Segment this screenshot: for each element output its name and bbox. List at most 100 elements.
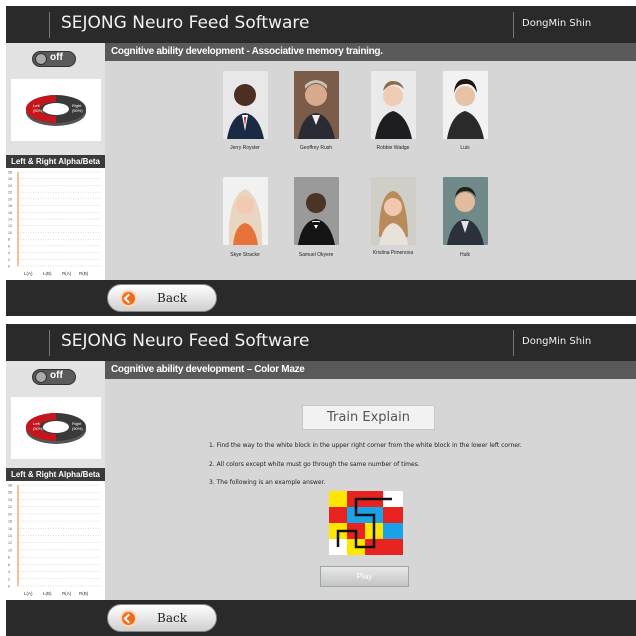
person-photo-geoffrey-rush[interactable]: [294, 71, 339, 139]
x-tick-label: R(A): [62, 271, 72, 276]
example-maze: [329, 491, 403, 555]
person-name: Hulk: [459, 252, 470, 258]
title-bar: SEJONG Neuro Feed Software DongMin Shin: [6, 6, 636, 43]
toggle-label: off: [50, 52, 63, 63]
x-tick-label: L(B): [43, 271, 52, 276]
alpha-beta-chart: 28 26 24 22 20 18 16 14 12 10 8 6 4 2 0 L(A) L(B) R(A) R(B…: [6, 481, 105, 600]
y-tick-label: 4: [8, 570, 10, 574]
content-header-title: Cognitive ability development - Associat…: [111, 46, 383, 57]
content-area: Cognitive ability development – Color Ma…: [105, 361, 636, 600]
y-tick-label: 18: [8, 520, 12, 524]
power-toggle[interactable]: off: [32, 51, 76, 67]
y-tick-label: 10: [8, 548, 12, 552]
y-tick-label: 20: [8, 512, 12, 516]
title-bar: SEJONG Neuro Feed Software DongMin Shin: [6, 324, 636, 361]
toggle-knob-icon: [35, 53, 47, 65]
y-tick-label: 0: [8, 265, 10, 269]
content-header: Cognitive ability development – Color Ma…: [105, 361, 636, 379]
person-photo-jerry-royster[interactable]: [223, 71, 268, 139]
user-name: DongMin Shin: [522, 336, 592, 347]
y-tick-label: 12: [8, 541, 12, 545]
donut-chart: Left (50%) Right (50%): [11, 79, 101, 141]
play-button[interactable]: Play: [320, 566, 409, 587]
back-button-label: Back: [157, 291, 187, 305]
power-toggle[interactable]: off: [32, 369, 76, 385]
svg-text:(50%): (50%): [33, 108, 44, 113]
svg-text:(50%): (50%): [72, 426, 83, 431]
person-name: Skye Stracke: [230, 252, 260, 258]
panel-color-maze: SEJONG Neuro Feed Software DongMin Shin …: [6, 324, 636, 636]
y-tick-label: 26: [8, 491, 12, 495]
back-button-label: Back: [157, 611, 187, 625]
y-tick-label: 2: [8, 577, 10, 581]
y-tick-label: 16: [8, 211, 12, 215]
y-tick-label: 12: [8, 224, 12, 228]
y-tick-label: 2: [8, 258, 10, 262]
person-photo-skye-stracke[interactable]: [223, 177, 268, 245]
y-tick-label: 10: [8, 231, 12, 235]
back-button[interactable]: Back: [107, 604, 217, 632]
bottom-bar: Back: [6, 280, 636, 316]
y-tick-label: 26: [8, 177, 12, 181]
y-tick-label: 28: [8, 484, 12, 488]
svg-text:(50%): (50%): [33, 426, 44, 431]
x-tick-label: L(A): [24, 591, 33, 596]
y-tick-label: 20: [8, 197, 12, 201]
toggle-label: off: [50, 370, 63, 381]
back-arrow-icon: [120, 290, 137, 307]
person-photo-robbie-wadge[interactable]: [371, 71, 416, 139]
y-tick-label: 22: [8, 191, 12, 195]
y-tick-label: 28: [8, 171, 12, 175]
svg-text:(50%): (50%): [72, 108, 83, 113]
y-tick-label: 18: [8, 204, 12, 208]
person-name: Jerry Royster: [230, 145, 260, 151]
x-tick-label: R(B): [79, 271, 89, 276]
y-tick-label: 14: [8, 218, 12, 222]
instruction-2: 2. All colors except white must go throu…: [209, 461, 420, 468]
app-title: SEJONG Neuro Feed Software: [61, 13, 310, 33]
panel-associative-memory: SEJONG Neuro Feed Software DongMin Shin …: [6, 6, 636, 316]
content-area: Cognitive ability development - Associat…: [105, 43, 636, 280]
y-tick-label: 24: [8, 498, 12, 502]
y-tick-label: 8: [8, 556, 10, 560]
y-tick-label: 0: [8, 585, 10, 589]
back-button[interactable]: Back: [107, 284, 217, 312]
x-tick-label: L(B): [43, 591, 52, 596]
instruction-3: 3. The following is an example answer.: [209, 479, 326, 486]
person-name: Luis: [460, 145, 470, 151]
person-name: Robbie Wadge: [376, 145, 410, 151]
y-tick-label: 22: [8, 505, 12, 509]
content-header-title: Cognitive ability development – Color Ma…: [111, 364, 305, 375]
x-tick-label: R(A): [62, 591, 72, 596]
y-tick-label: 6: [8, 563, 10, 567]
bottom-bar: Back: [6, 600, 636, 636]
user-name: DongMin Shin: [522, 18, 592, 29]
person-photo-hulk[interactable]: [443, 177, 488, 245]
instruction-1: 1. Find the way to the white block in th…: [209, 442, 522, 449]
y-tick-label: 4: [8, 251, 10, 255]
toggle-knob-icon: [35, 371, 47, 383]
donut-chart: Left (50%) Right (50%): [11, 397, 101, 459]
person-name: Samuel Okyere: [298, 252, 334, 258]
back-arrow-icon: [120, 610, 137, 627]
y-tick-label: 14: [8, 534, 12, 538]
content-header: Cognitive ability development - Associat…: [105, 43, 636, 61]
train-explain-title: Train Explain: [302, 405, 435, 430]
person-name: Kristina Pimenova: [372, 250, 414, 256]
x-tick-label: R(B): [79, 591, 89, 596]
person-name: Geoffrey Rush: [299, 145, 333, 151]
y-tick-label: 24: [8, 184, 12, 188]
app-title: SEJONG Neuro Feed Software: [61, 331, 310, 351]
y-tick-label: 6: [8, 244, 10, 248]
person-photo-kristina-pimenova[interactable]: [371, 177, 416, 245]
y-tick-label: 8: [8, 238, 10, 242]
sidebar: off Left (50%) Right (50%) Left & Right …: [6, 361, 105, 600]
chart-title: Left & Right Alpha/Beta: [6, 468, 105, 481]
y-tick-label: 16: [8, 527, 12, 531]
chart-title: Left & Right Alpha/Beta: [6, 155, 105, 168]
alpha-beta-chart: 28 26 24 22 20 18 16 14 12 10 8 6 4 2 0 L(A) L(B) R(A) R(B…: [6, 168, 105, 280]
sidebar: off Left (50%) Right (50%) Left & Right …: [6, 43, 105, 280]
person-photo-luis[interactable]: [443, 71, 488, 139]
person-photo-samuel-okyere[interactable]: [294, 177, 339, 245]
x-tick-label: L(A): [24, 271, 33, 276]
